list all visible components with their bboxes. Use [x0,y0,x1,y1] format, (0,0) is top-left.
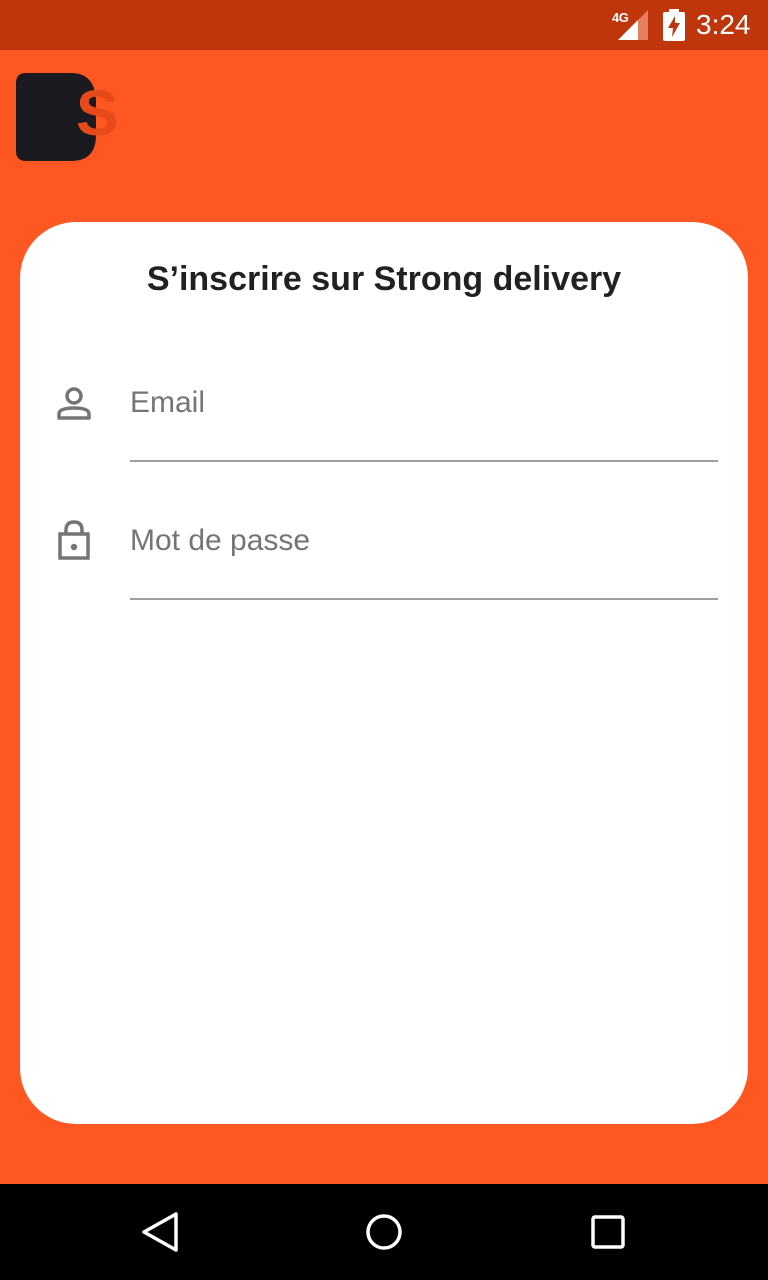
battery-charging-icon [663,9,685,41]
clock: 3:24 [696,9,751,40]
email-underline [130,460,718,462]
navigation-bar [0,1184,768,1280]
back-icon[interactable] [132,1204,188,1260]
page-title: S’inscrire sur Strong delivery [146,260,622,298]
logo-letter: S [76,77,116,149]
home-icon[interactable] [356,1204,412,1260]
lock-icon [58,520,90,560]
password-input[interactable] [130,511,718,571]
recents-icon[interactable] [580,1204,636,1260]
password-underline [130,598,718,600]
strong-delivery-logo-icon: S [16,73,116,161]
signup-card [20,222,748,1124]
email-input[interactable] [130,373,718,433]
network-type-label: 4G [612,10,629,25]
person-icon [57,387,91,420]
status-bar: 4G 3:24 [0,0,768,50]
